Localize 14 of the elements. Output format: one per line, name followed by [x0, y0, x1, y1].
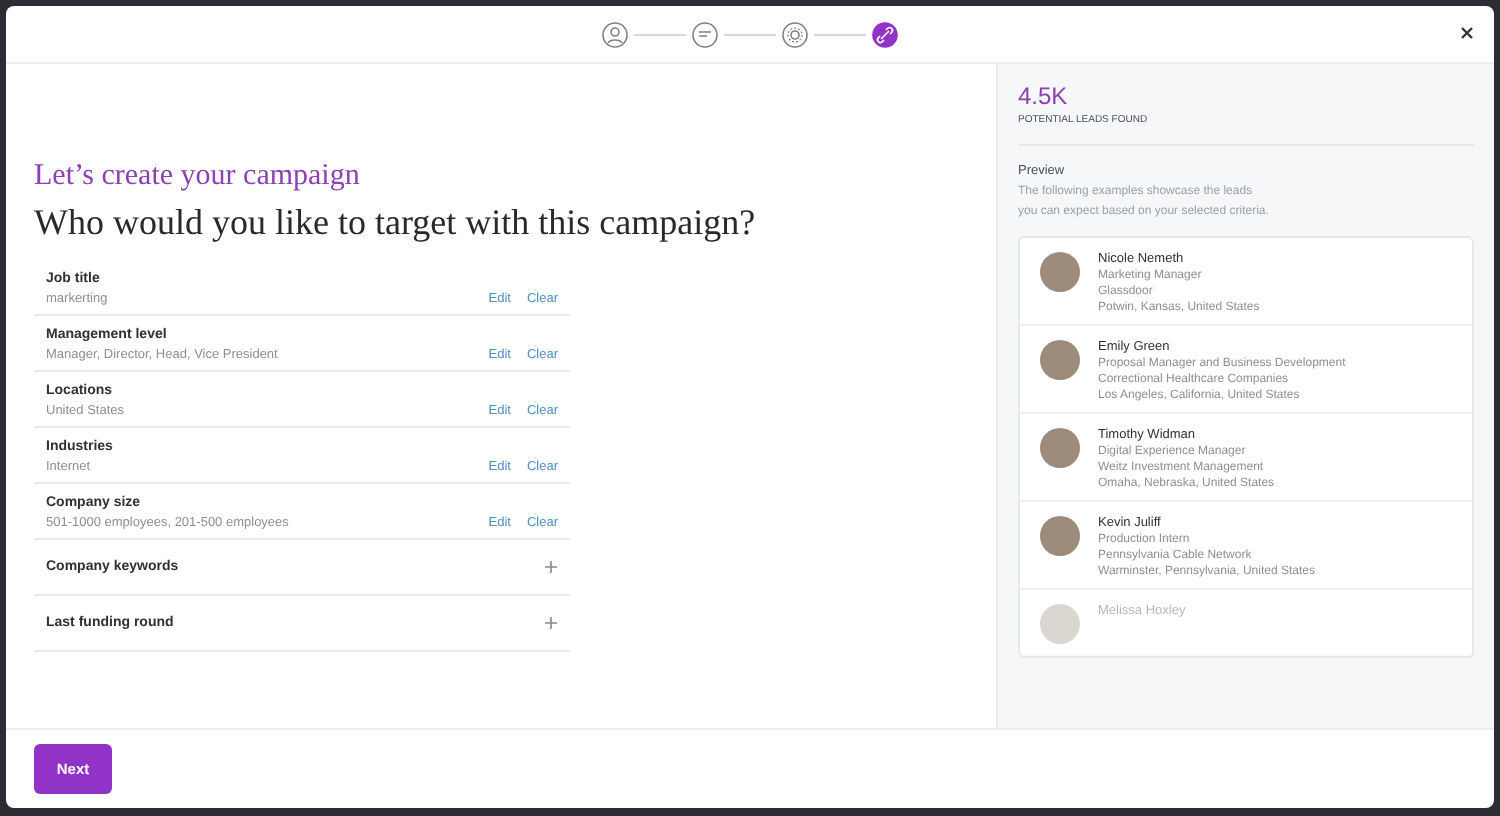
avatar-placeholder: [1040, 340, 1080, 380]
gear-icon[interactable]: [782, 21, 808, 47]
page-heading: Let’s create your campaign: [34, 160, 362, 194]
avatar-placeholder: [1040, 252, 1080, 292]
plus-icon[interactable]: [544, 560, 558, 574]
chat-icon[interactable]: [692, 21, 718, 47]
page-question: Who would you like to target with this campaign?: [34, 202, 758, 244]
avatar-placeholder: [1040, 604, 1080, 644]
avatar-placeholder: [1040, 428, 1080, 468]
plus-icon[interactable]: [544, 616, 558, 630]
avatar-placeholder: [1040, 516, 1080, 556]
link-icon[interactable]: [872, 21, 898, 47]
person-icon[interactable]: [602, 21, 628, 47]
leads-count: 4.5K: [1018, 82, 1070, 110]
